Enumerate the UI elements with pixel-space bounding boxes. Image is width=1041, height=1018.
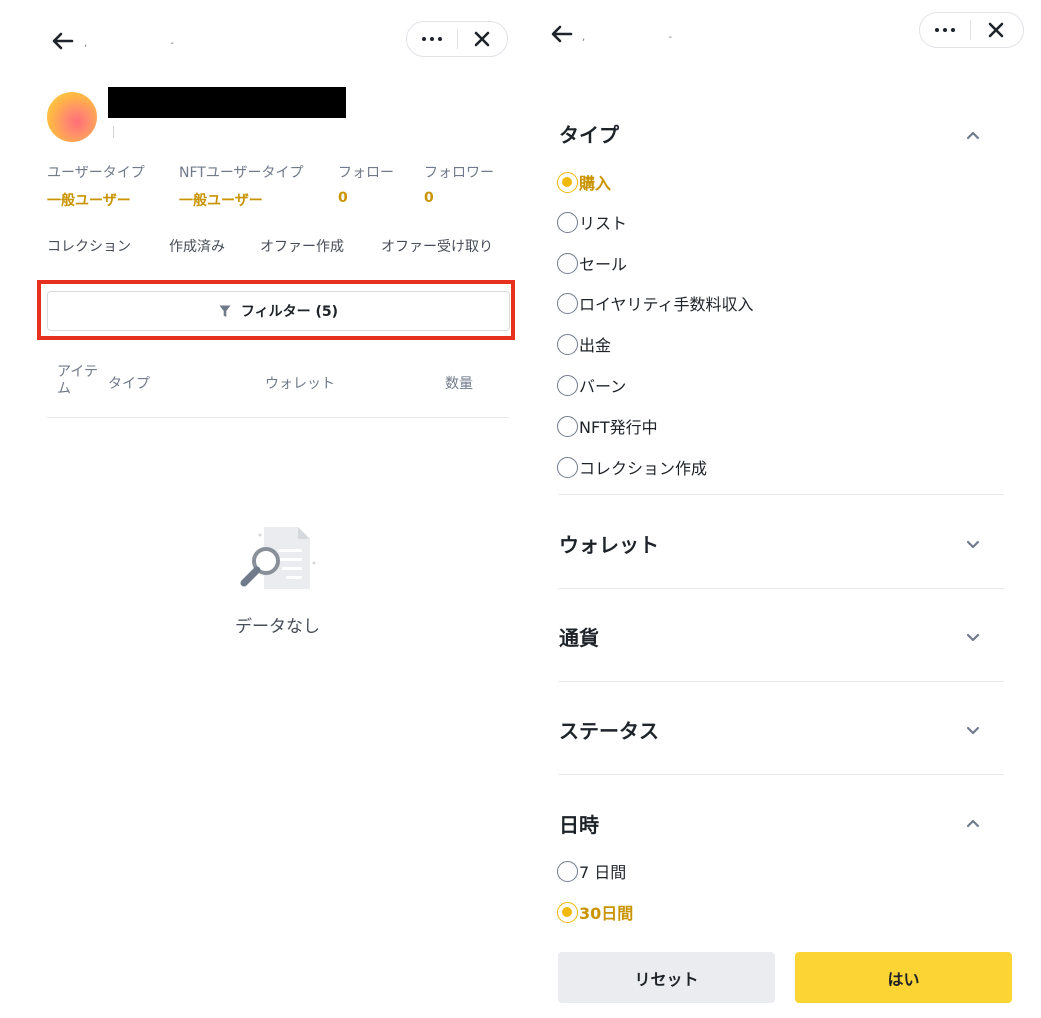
option-label: 購入	[579, 174, 612, 193]
section-title-date[interactable]: 日時	[559, 809, 599, 838]
tab-created[interactable]: 作成済み	[169, 236, 225, 256]
stat-label: NFTユーザータイプ	[179, 165, 304, 181]
reset-button[interactable]: リセット	[558, 952, 775, 1003]
close-icon	[474, 31, 490, 47]
column-header-type: タイプ	[108, 376, 150, 392]
more-dots-icon	[421, 37, 442, 41]
section-title-type[interactable]: タイプ	[559, 119, 619, 148]
radio-unselected	[557, 333, 578, 355]
chevron-up-icon[interactable]	[964, 815, 982, 828]
filter-panel: , - タイプ 購入 リスト セール ロイヤリティ手数料収入 出金 バーン NF…	[530, 0, 1041, 1018]
search-document-icon	[238, 523, 318, 595]
radio-unselected	[557, 860, 578, 882]
username-cursor	[113, 126, 114, 138]
type-option-royalty[interactable]: ロイヤリティ手数料収入	[557, 291, 754, 315]
stat-value: 0	[338, 190, 348, 206]
tab-offers-received[interactable]: オファー受け取り	[381, 236, 493, 256]
chevron-down-icon[interactable]	[964, 535, 982, 549]
more-dots-icon	[935, 28, 955, 32]
stat-user-type: ユーザータイプ 一般ユーザー	[47, 162, 145, 210]
type-option-withdrawal[interactable]: 出金	[557, 332, 611, 356]
section-title-wallet[interactable]: ウォレット	[559, 529, 659, 558]
type-option-burn[interactable]: バーン	[557, 373, 626, 397]
empty-state-text: データなし	[235, 617, 320, 637]
section-title-currency[interactable]: 通貨	[559, 622, 599, 651]
date-option-30-days[interactable]: 30日間	[557, 900, 633, 924]
chevron-down-icon[interactable]	[964, 721, 982, 735]
filter-funnel-icon	[219, 305, 231, 317]
option-label: 30日間	[579, 904, 634, 923]
radio-unselected	[557, 374, 578, 396]
type-option-list[interactable]: リスト	[557, 210, 627, 234]
stat-followers[interactable]: フォロワー 0	[424, 162, 494, 206]
option-label: NFT発行中	[579, 418, 658, 437]
option-label: バーン	[579, 377, 627, 396]
option-label: セール	[579, 255, 628, 274]
close-button[interactable]	[457, 22, 507, 56]
close-icon	[988, 22, 1004, 38]
more-button[interactable]	[407, 22, 457, 56]
option-label: コレクション作成	[579, 459, 708, 478]
profile-panel: , - ユーザータイプ 一般ユーザー NFTユーザータイプ 一般ユーザー フォロ…	[0, 0, 530, 1018]
miniapp-capsule	[406, 21, 508, 57]
stat-label: フォロー	[338, 165, 394, 181]
option-label: 7 日間	[579, 863, 627, 882]
column-header-item: アイテ ム	[57, 364, 99, 397]
stat-nft-user-type: NFTユーザータイプ 一般ユーザー	[179, 162, 304, 210]
radio-unselected	[557, 211, 578, 233]
title-placeholder: , -	[84, 38, 214, 49]
section-divider	[558, 681, 1004, 682]
miniapp-capsule	[919, 12, 1024, 48]
back-arrow-icon[interactable]	[549, 23, 575, 45]
date-option-7-days[interactable]: 7 日間	[557, 859, 626, 883]
option-label: リスト	[579, 214, 628, 233]
type-option-purchase[interactable]: 購入	[557, 170, 611, 194]
stat-label: ユーザータイプ	[47, 165, 145, 181]
filter-button[interactable]: フィルター (5)	[47, 291, 510, 331]
more-button[interactable]	[920, 13, 970, 47]
stat-label: フォロワー	[424, 165, 494, 181]
radio-selected	[557, 901, 578, 923]
confirm-button[interactable]: はい	[795, 952, 1012, 1003]
radio-unselected	[557, 415, 578, 437]
type-option-collection-created[interactable]: コレクション作成	[557, 455, 707, 479]
stat-following[interactable]: フォロー 0	[338, 162, 394, 206]
radio-unselected	[557, 252, 578, 274]
option-label: ロイヤリティ手数料収入	[579, 295, 754, 314]
radio-unselected	[557, 292, 578, 314]
redacted-username	[108, 87, 346, 118]
back-arrow-icon[interactable]	[50, 30, 76, 52]
chevron-up-icon[interactable]	[964, 127, 982, 140]
chevron-down-icon[interactable]	[964, 628, 982, 642]
type-option-minting[interactable]: NFT発行中	[557, 414, 658, 438]
avatar	[47, 92, 97, 142]
title-placeholder: , -	[582, 32, 712, 43]
section-divider	[558, 774, 1004, 775]
section-title-status[interactable]: ステータス	[559, 715, 659, 744]
filter-button-label: フィルター (5)	[240, 304, 339, 320]
radio-unselected	[557, 456, 578, 478]
column-header-wallet: ウォレット	[265, 376, 335, 392]
section-divider	[558, 494, 1004, 495]
close-button[interactable]	[971, 13, 1021, 47]
type-option-sale[interactable]: セール	[557, 251, 627, 275]
table-header-divider	[47, 417, 509, 418]
stat-value: 一般ユーザー	[179, 193, 263, 209]
option-label: 出金	[579, 336, 612, 355]
tab-collection[interactable]: コレクション	[47, 236, 131, 256]
tab-offers-made[interactable]: オファー作成	[260, 236, 344, 256]
stat-value: 一般ユーザー	[47, 193, 131, 209]
radio-selected	[557, 171, 578, 193]
section-divider	[558, 588, 1004, 589]
stat-value: 0	[424, 190, 434, 206]
column-header-quantity: 数量	[445, 376, 473, 392]
